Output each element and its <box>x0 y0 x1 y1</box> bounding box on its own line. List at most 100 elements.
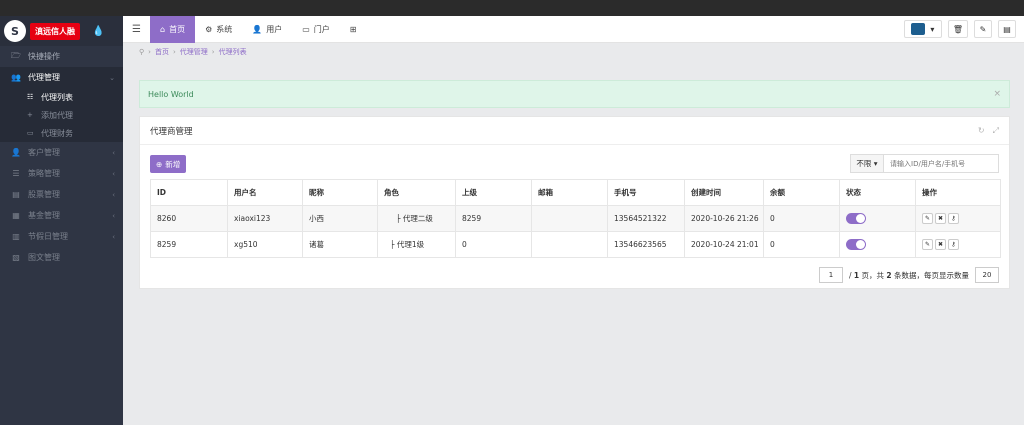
col-username[interactable]: 用户名 <box>227 179 303 206</box>
tab-system[interactable]: ⚙ 系统 <box>195 16 242 43</box>
submenu-item-label: 代理财务 <box>41 128 73 138</box>
sidebar-item-shortcuts[interactable]: 🗁 快捷操作 <box>0 46 123 67</box>
sidebar-item-media[interactable]: ▧ 图文管理 <box>0 247 123 268</box>
close-icon[interactable]: × <box>993 89 1001 99</box>
tab-apps[interactable]: ⊞ <box>340 16 371 43</box>
breadcrumb-separator: › <box>211 48 215 56</box>
status-toggle[interactable] <box>846 213 866 224</box>
table-row: 8259 xg510 诸葛 ├ 代理1级 0 13546623565 2020-… <box>150 231 1001 258</box>
trash-icon: 🗑 <box>952 24 963 34</box>
clear-cache-button[interactable]: 🗑 <box>947 20 968 38</box>
tab-portal[interactable]: ▭ 门户 <box>292 16 340 43</box>
panel-header: 代理商管理 ↻ ⤢ <box>140 117 1009 145</box>
location-pin-icon: ⚲ <box>139 48 145 56</box>
agents-submenu: ☷ 代理列表 + 添加代理 ▭ 代理财务 <box>0 88 123 142</box>
breadcrumb-agents[interactable]: 代理管理 <box>180 47 208 57</box>
water-drop-icon[interactable]: 💧 <box>92 26 104 37</box>
col-parent[interactable]: 上级 <box>455 179 532 206</box>
alert-text: Hello World <box>148 89 194 99</box>
pencil-icon: ✎ <box>924 241 931 248</box>
caret-down-icon: ▾ <box>930 24 935 34</box>
chevron-left-icon: ‹ <box>112 232 115 241</box>
cell-created: 2020-10-24 21:01 <box>684 231 764 258</box>
image-icon: ▧ <box>12 253 20 262</box>
list-icon: ☷ <box>27 93 34 101</box>
add-agent-button[interactable]: ⊕ 新增 <box>150 155 187 173</box>
status-toggle[interactable] <box>846 239 866 250</box>
logo-emblem-icon: S <box>4 20 26 42</box>
page-number-input[interactable]: 1 <box>818 267 843 283</box>
sidebar-item-funds[interactable]: ▦ 基金管理 ‹ <box>0 205 123 226</box>
chevron-left-icon: ‹ <box>112 169 115 178</box>
cell-phone: 13564521322 <box>607 205 685 232</box>
pagination: 1 / 1 页，共 2 条数据，每页显示数量 20 <box>818 267 999 283</box>
submenu-item-agent-list[interactable]: ☷ 代理列表 <box>0 88 123 106</box>
key-button[interactable]: ⚷ <box>948 239 959 250</box>
tab-label: 首页 <box>169 24 186 34</box>
sidebar-item-strategies[interactable]: ☰ 策略管理 ‹ <box>0 163 123 184</box>
delete-button[interactable]: ✖ <box>935 239 946 250</box>
col-role[interactable]: 角色 <box>377 179 456 206</box>
sidebar-item-holidays[interactable]: ▥ 节假日管理 ‹ <box>0 226 123 247</box>
col-balance[interactable]: 余额 <box>763 179 840 206</box>
sidebar-item-customers[interactable]: 👤 客户管理 ‹ <box>0 142 123 163</box>
col-nickname[interactable]: 昵称 <box>302 179 378 206</box>
cell-username: xg510 <box>227 231 303 258</box>
search-filter-select[interactable]: 不限 ▾ <box>851 155 884 172</box>
submenu-item-add-agent[interactable]: + 添加代理 <box>0 106 123 124</box>
delete-button[interactable]: ✖ <box>935 213 946 224</box>
cell-nickname: 小西 <box>302 205 378 232</box>
cell-balance: 0 <box>763 231 840 258</box>
submenu-item-label: 添加代理 <box>41 110 73 120</box>
expand-icon[interactable]: ⤢ <box>993 126 999 136</box>
search-input[interactable] <box>884 155 998 172</box>
chevron-left-icon: ‹ <box>112 190 115 199</box>
logo-area: S 滇远信人融 💧 <box>0 16 123 46</box>
key-icon: ⚷ <box>951 241 956 248</box>
edit-button[interactable]: ✎ <box>922 213 933 224</box>
portal-icon: ▭ <box>302 24 310 34</box>
sidebar-item-label: 基金管理 <box>28 211 60 220</box>
key-button[interactable]: ⚷ <box>948 213 959 224</box>
home-icon: ⌂ <box>160 24 166 34</box>
tab-home[interactable]: ⌂ 首页 <box>150 15 196 43</box>
success-alert: Hello World × <box>139 80 1010 108</box>
header-actions: ▾ 🗑 ✎ ▤ <box>903 20 1016 38</box>
sidebar-menu: 🗁 快捷操作 👥 代理管理 ⌄ ☷ 代理列表 + 添加代理 ▭ 代理财务 👤 客… <box>0 46 123 268</box>
cell-actions: ✎ ✖ ⚷ <box>915 205 1001 232</box>
close-icon: ✖ <box>937 241 944 248</box>
stock-icon: ▤ <box>12 190 20 199</box>
fund-icon: ▦ <box>12 211 20 220</box>
calendar-icon: ▥ <box>12 232 20 241</box>
breadcrumb-agent-list[interactable]: 代理列表 <box>219 47 247 57</box>
panel-title: 代理商管理 <box>150 126 193 137</box>
settings-panel-button[interactable]: ▤ <box>998 20 1016 38</box>
row-actions: ✎ ✖ ⚷ <box>922 213 1000 224</box>
submenu-item-agent-finance[interactable]: ▭ 代理财务 <box>0 124 123 142</box>
col-status: 状态 <box>839 179 916 206</box>
chevron-left-icon: ‹ <box>112 148 115 157</box>
fullscreen-button[interactable]: ✎ <box>974 20 992 38</box>
submenu-item-label: 代理列表 <box>41 92 73 102</box>
edit-button[interactable]: ✎ <box>922 239 933 250</box>
hamburger-menu-icon[interactable]: ☰ <box>123 16 150 43</box>
logo-text: 滇远信人融 <box>30 22 80 40</box>
breadcrumb-home[interactable]: 首页 <box>155 47 169 57</box>
col-id[interactable]: ID <box>150 179 228 206</box>
user-icon: 👤 <box>11 148 21 157</box>
col-email[interactable]: 邮箱 <box>531 179 608 206</box>
page-size-input[interactable]: 20 <box>975 267 999 283</box>
sidebar-item-label: 代理管理 <box>28 73 60 82</box>
sidebar-item-stocks[interactable]: ▤ 股票管理 ‹ <box>0 184 123 205</box>
refresh-icon[interactable]: ↻ <box>978 126 985 136</box>
plus-circle-icon: ⊕ <box>156 159 163 169</box>
avatar <box>911 23 926 35</box>
key-icon: ⚷ <box>951 215 956 222</box>
tab-users[interactable]: 👤 用户 <box>242 16 292 43</box>
col-phone[interactable]: 手机号 <box>607 179 685 206</box>
col-created[interactable]: 创建时间 <box>684 179 764 206</box>
cell-id: 8259 <box>150 231 228 258</box>
sidebar-item-agents[interactable]: 👥 代理管理 ⌄ <box>0 67 123 88</box>
sidebar-item-label: 快捷操作 <box>28 52 60 61</box>
user-avatar-dropdown[interactable]: ▾ <box>903 20 942 38</box>
